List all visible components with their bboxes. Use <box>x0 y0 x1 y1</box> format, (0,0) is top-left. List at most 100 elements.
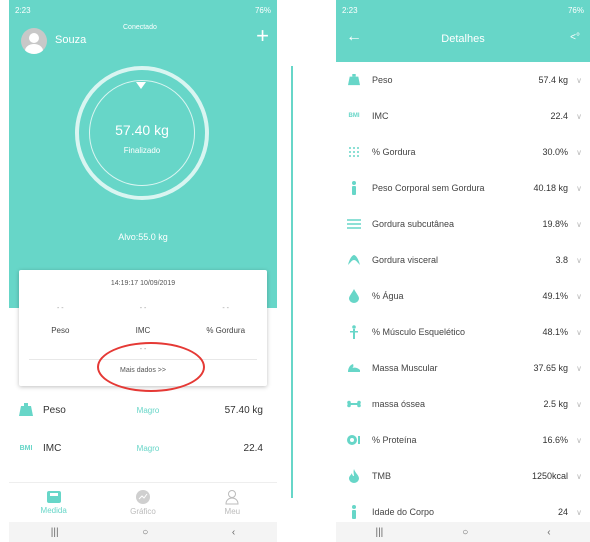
muscle-icon <box>336 362 372 374</box>
chevron-down-icon: ∨ <box>576 471 582 481</box>
back-nav-icon[interactable]: ‹ <box>547 527 550 538</box>
goal-weight: Alvo:55.0 kg <box>118 232 168 242</box>
battery-status: 76% <box>254 5 271 15</box>
chevron-down-icon: ∨ <box>576 75 582 85</box>
visceral-fat-icon <box>336 254 372 266</box>
page-title: Detalhes <box>441 33 485 45</box>
bmi-icon: BMI <box>19 444 33 452</box>
item-value: 37.65 kg <box>533 363 568 373</box>
metric-value: 22.4 <box>243 442 263 454</box>
top-bar: Souza Conectado + <box>9 20 277 62</box>
tab-meu[interactable]: Meu <box>188 483 277 522</box>
list-item[interactable]: Gordura visceral 3.8 ∨ <box>336 242 590 278</box>
item-value: 30.0% <box>542 147 568 157</box>
metric-row[interactable]: Peso Magro 57.40 kg <box>9 392 277 428</box>
item-name: TMB <box>372 471 391 481</box>
item-value: 16.6% <box>542 435 568 445</box>
add-icon[interactable]: + <box>256 24 269 48</box>
system-nav: ||| ○ ‹ <box>9 522 277 542</box>
item-value: 1250kcal <box>531 471 568 481</box>
system-nav: ||| ○ ‹ <box>336 522 590 542</box>
item-name: massa óssea <box>372 399 426 409</box>
list-item[interactable]: Massa Muscular 37.65 kg ∨ <box>336 350 590 386</box>
list-item[interactable]: Peso Corporal sem Gordura 40.18 kg ∨ <box>336 170 590 206</box>
details-header: ← Detalhes <° <box>336 20 590 62</box>
chevron-down-icon: ∨ <box>576 219 582 229</box>
status-bar: 2:23 76% <box>9 0 277 20</box>
card-col-gordura: - - % Gordura <box>184 300 267 335</box>
user-name[interactable]: Souza <box>55 34 86 46</box>
list-item[interactable]: Peso 57.4 kg ∨ <box>336 62 590 98</box>
chevron-down-icon: ∨ <box>576 399 582 409</box>
home-icon[interactable]: ○ <box>462 527 468 538</box>
card-label: % Gordura <box>206 326 246 335</box>
recent-apps-icon[interactable]: ||| <box>51 527 59 538</box>
tab-medida[interactable]: Medida <box>9 483 98 522</box>
avatar[interactable] <box>21 28 47 54</box>
measurement-timestamp: 14:19:17 10/09/2019 <box>110 280 176 287</box>
item-name: % Proteína <box>372 435 417 445</box>
divider-line <box>291 66 293 498</box>
list-item[interactable]: % Água 49.1% ∨ <box>336 278 590 314</box>
item-value: 3.8 <box>555 255 568 265</box>
item-value: 24 <box>557 507 568 517</box>
bottom-nav: Medida Gráfico Meu <box>9 482 277 522</box>
card-col-peso: - - Peso <box>19 300 102 335</box>
list-item[interactable]: % Proteína 16.6% ∨ <box>336 422 590 458</box>
chevron-down-icon: ∨ <box>576 507 582 517</box>
recent-apps-icon[interactable]: ||| <box>375 527 383 538</box>
card-placeholder: - - <box>139 305 147 312</box>
item-value: 2.5 kg <box>543 399 568 409</box>
item-name: % Músculo Esquelético <box>372 327 466 337</box>
header-panel: 2:23 76% Souza Conectado + 57.40 kg Fina… <box>9 0 277 308</box>
status-time: 2:23 <box>15 5 31 15</box>
list-item[interactable]: % Músculo Esquelético 48.1% ∨ <box>336 314 590 350</box>
home-icon[interactable]: ○ <box>142 527 148 538</box>
item-name: % Água <box>372 291 404 301</box>
metric-row[interactable]: BMI IMC Magro 22.4 <box>9 430 277 466</box>
protein-icon <box>336 434 372 446</box>
main-screen: 2:23 76% Souza Conectado + 57.40 kg Fina… <box>9 0 277 542</box>
back-nav-icon[interactable]: ‹ <box>232 527 235 538</box>
subcutaneous-fat-icon <box>336 218 372 230</box>
water-drop-icon <box>336 289 372 303</box>
share-icon[interactable]: <° <box>570 32 580 43</box>
highlight-circle <box>97 342 205 392</box>
fat-icon <box>336 146 372 158</box>
tab-label: Medida <box>40 506 67 515</box>
chevron-down-icon: ∨ <box>576 147 582 157</box>
tab-grafico[interactable]: Gráfico <box>98 483 187 522</box>
chevron-down-icon: ∨ <box>576 291 582 301</box>
card-label: IMC <box>135 326 151 335</box>
item-value: 57.4 kg <box>538 75 568 85</box>
connection-status: Conectado <box>123 24 157 31</box>
battery-status: 76% <box>567 5 584 15</box>
status-time: 2:23 <box>342 5 358 15</box>
bmi-icon: BMI <box>348 113 360 119</box>
details-list: Peso 57.4 kg ∨ BMI IMC 22.4 ∨ % Gordura … <box>336 62 590 530</box>
tab-label: Meu <box>224 507 241 516</box>
item-name: Gordura subcutânea <box>372 219 455 229</box>
metric-name: IMC <box>43 442 62 454</box>
list-item[interactable]: % Gordura 30.0% ∨ <box>336 134 590 170</box>
item-name: Massa Muscular <box>372 363 438 373</box>
item-name: Gordura visceral <box>372 255 439 265</box>
ring-marker-icon <box>136 82 146 89</box>
list-item[interactable]: Gordura subcutânea 19.8% ∨ <box>336 206 590 242</box>
metric-category: Magro <box>136 405 160 415</box>
details-screen: 2:23 76% ← Detalhes <° Peso 57.4 kg ∨ BM… <box>336 0 590 542</box>
item-value: 40.18 kg <box>533 183 568 193</box>
list-item[interactable]: BMI IMC 22.4 ∨ <box>336 98 590 134</box>
metric-name: Peso <box>43 404 66 416</box>
skeletal-muscle-icon <box>336 325 372 339</box>
body-age-icon <box>336 505 372 519</box>
item-name: Peso <box>372 75 393 85</box>
weight-value: 57.40 kg <box>115 122 169 138</box>
list-item[interactable]: TMB 1250kcal ∨ <box>336 458 590 494</box>
item-name: Idade do Corpo <box>372 507 435 517</box>
list-item[interactable]: massa óssea 2.5 kg ∨ <box>336 386 590 422</box>
chevron-down-icon: ∨ <box>576 363 582 373</box>
chevron-down-icon: ∨ <box>576 183 582 193</box>
bmr-flame-icon <box>336 469 372 483</box>
bone-icon <box>336 400 372 408</box>
